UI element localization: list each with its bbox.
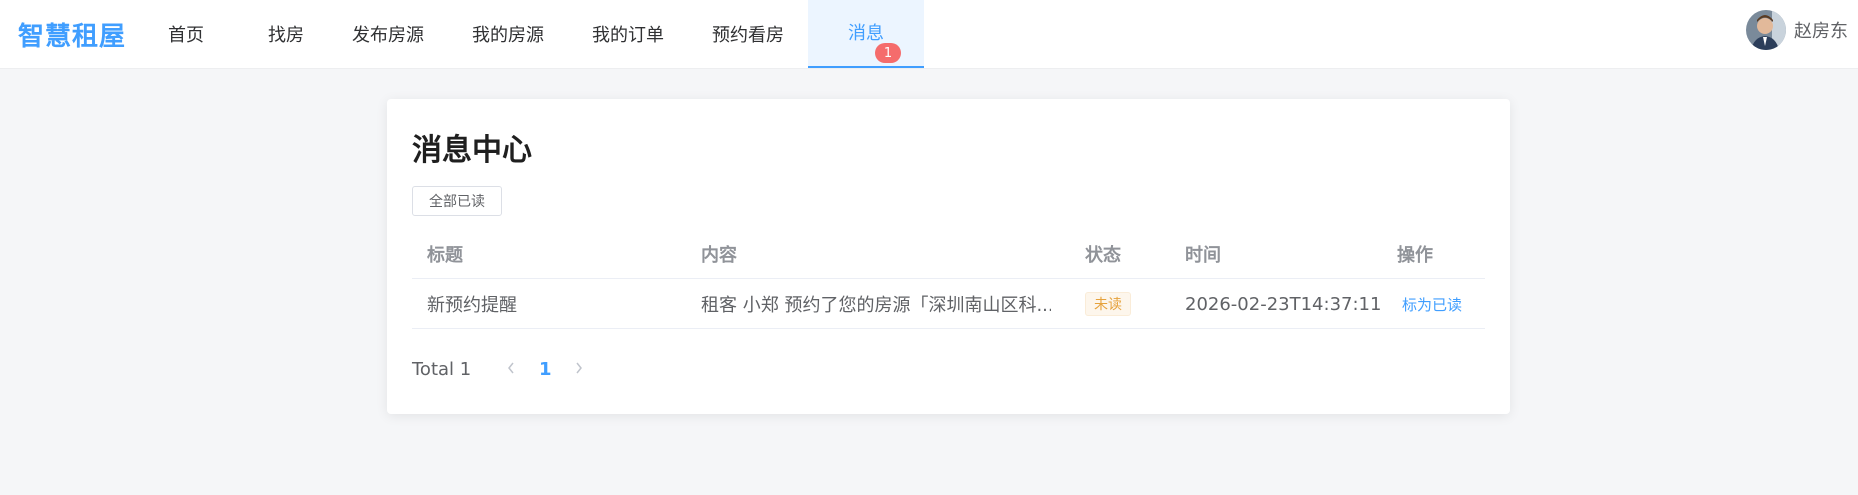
chevron-right-icon[interactable] (565, 360, 593, 379)
message-title: 新预约提醒 (427, 295, 517, 316)
column-header-content: 内容 (701, 245, 737, 266)
table-header: 标题 内容 状态 时间 操作 (412, 229, 1485, 279)
mark-all-read-button[interactable]: 全部已读 (412, 186, 502, 216)
message-content: 租客 小郑 预约了您的房源「深圳南山区科... (701, 295, 1051, 316)
pagination: Total 1 1 (412, 354, 593, 384)
nav-item-viewing-appointments[interactable]: 预约看房 (698, 0, 798, 68)
column-header-time: 时间 (1185, 245, 1221, 266)
nav-item-my-listings[interactable]: 我的房源 (458, 0, 558, 68)
pagination-page-1[interactable]: 1 (525, 359, 565, 380)
nav-item-home[interactable]: 首页 (150, 0, 222, 68)
top-nav-bar: 智慧租屋 首页 找房 发布房源 我的房源 我的订单 预约看房 消息 1 赵房东 (0, 0, 1858, 68)
column-header-title: 标题 (427, 245, 463, 266)
nav-item-my-orders[interactable]: 我的订单 (578, 0, 678, 68)
message-status-cell: 未读 (1085, 279, 1175, 329)
nav-item-messages-label: 消息 (848, 23, 884, 44)
table-row[interactable]: 新预约提醒 租客 小郑 预约了您的房源「深圳南山区科... 未读 2026-02… (412, 279, 1485, 329)
nav-item-messages[interactable]: 消息 1 (808, 0, 924, 68)
page-title: 消息中心 (412, 133, 532, 168)
user-name[interactable]: 赵房东 (1794, 17, 1848, 43)
user-menu[interactable]: 赵房东 (1746, 10, 1848, 50)
unread-count-badge: 1 (875, 43, 901, 63)
message-action-cell: 标为已读 (1397, 279, 1477, 329)
pagination-total: Total 1 (412, 358, 472, 380)
user-avatar[interactable] (1746, 10, 1786, 50)
message-center-card: 消息中心 全部已读 标题 内容 状态 时间 操作 新预约提醒 租客 小郑 预约了… (387, 99, 1510, 414)
messages-table: 标题 内容 状态 时间 操作 新预约提醒 租客 小郑 预约了您的房源「深圳南山区… (412, 229, 1485, 329)
user-avatar-icon (1746, 10, 1786, 50)
column-header-status: 状态 (1085, 245, 1121, 266)
brand-logo[interactable]: 智慧租屋 (18, 16, 126, 53)
nav-item-publish-listing[interactable]: 发布房源 (338, 0, 438, 68)
chevron-left-icon[interactable] (497, 360, 525, 379)
nav-item-find-house[interactable]: 找房 (250, 0, 322, 68)
status-badge: 未读 (1085, 292, 1131, 316)
message-time: 2026-02-23T14:37:11 (1185, 293, 1382, 315)
mark-read-link[interactable]: 标为已读 (1402, 294, 1462, 315)
column-header-action: 操作 (1397, 245, 1433, 266)
